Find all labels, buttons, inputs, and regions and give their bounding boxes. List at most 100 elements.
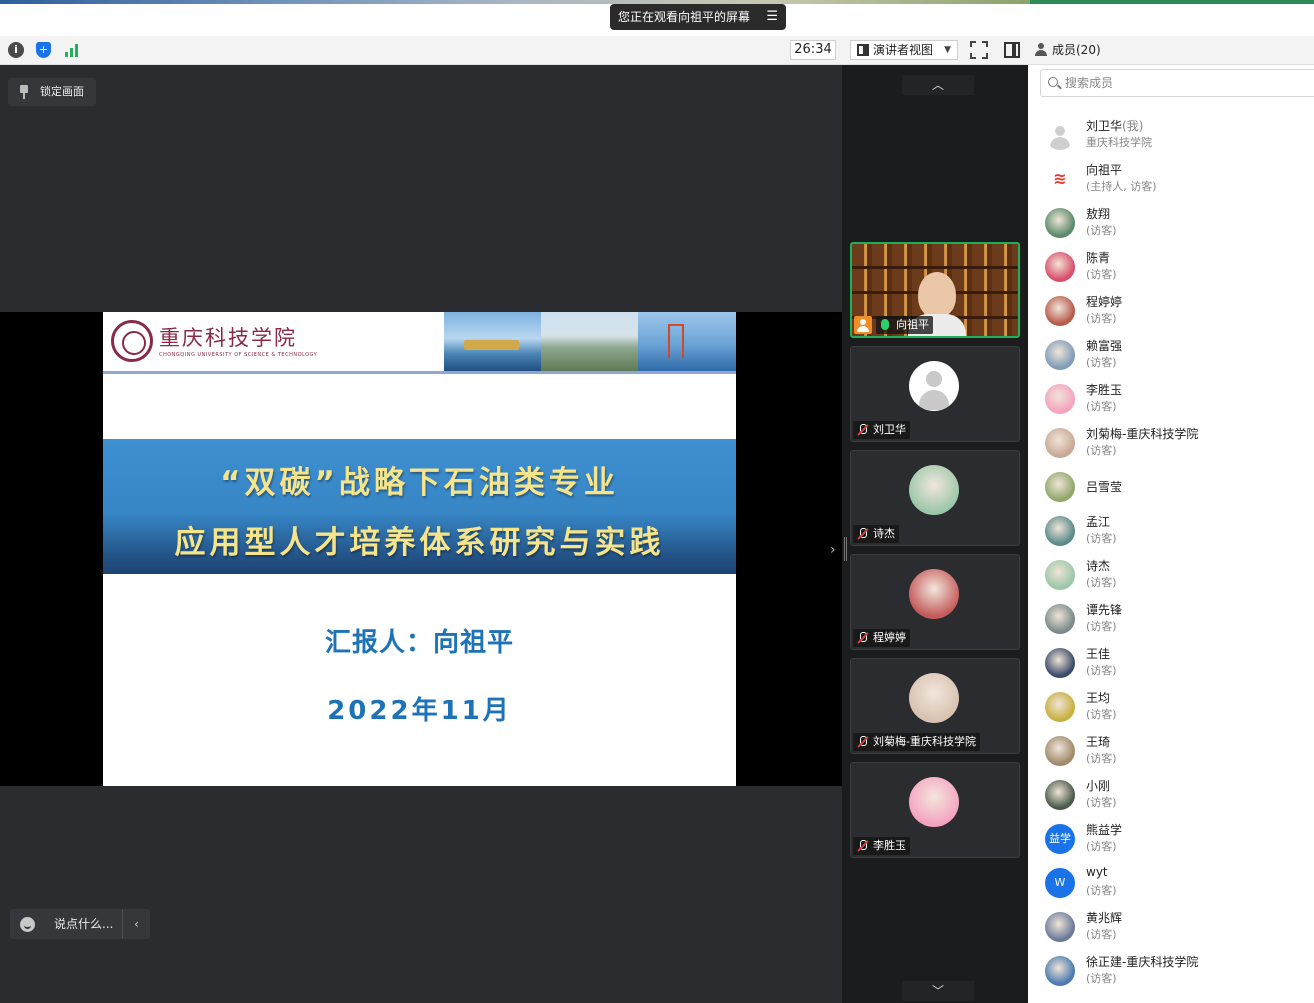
host-badge-icon: [854, 316, 872, 334]
member-name: 诗杰: [1086, 557, 1110, 574]
emoji-icon[interactable]: [20, 917, 35, 932]
member-avatar: [1045, 604, 1075, 634]
presentation-slide: 重庆科技学院 CHONGQING UNIVERSITY OF SCIENCE &…: [103, 312, 736, 786]
member-role: (访客): [1086, 356, 1117, 369]
member-role: (访客): [1086, 928, 1117, 941]
member-role: (访客): [1086, 224, 1117, 237]
member-avatar: [1045, 472, 1075, 502]
drillship-photo: [444, 312, 541, 371]
participant-tile[interactable]: 刘菊梅-重庆科技学院: [850, 658, 1020, 754]
member-name-text: 刘卫华: [1086, 119, 1123, 133]
meeting-timer: 26:34: [790, 40, 836, 60]
member-name: 谭先锋: [1086, 601, 1122, 618]
university-name-en: CHONGQING UNIVERSITY OF SCIENCE & TECHNO…: [159, 352, 318, 358]
member-avatar: [1045, 956, 1075, 986]
member-name: 小刚: [1086, 777, 1110, 794]
member-avatar: [1045, 736, 1075, 766]
presenter-video: [918, 272, 956, 318]
mic-muted-icon: [857, 424, 869, 436]
member-row[interactable]: ≋ 向祖平 (主持人, 访客): [1028, 159, 1314, 203]
member-row[interactable]: 益学 熊益学 (访客): [1028, 819, 1314, 863]
member-row[interactable]: 刘菊梅-重庆科技学院 (访客): [1028, 423, 1314, 467]
resize-grip[interactable]: [844, 537, 847, 561]
member-role: (访客): [1086, 840, 1117, 853]
member-row[interactable]: 吕雪莹: [1028, 467, 1314, 511]
person-icon: [1034, 43, 1048, 57]
member-row[interactable]: 李胜玉 (访客): [1028, 379, 1314, 423]
gallery-scroll-up-button[interactable]: ︿: [902, 75, 974, 95]
lock-view-button[interactable]: 锁定画面: [8, 78, 96, 106]
member-name-text: 谭先锋: [1086, 603, 1123, 617]
participant-name-label: 向祖平: [876, 316, 933, 334]
member-row[interactable]: 王均 (访客): [1028, 687, 1314, 731]
member-row[interactable]: 刘卫华(我) 重庆科技学院: [1028, 115, 1314, 159]
member-row[interactable]: 孟江 (访客): [1028, 511, 1314, 555]
member-name: 黄兆辉: [1086, 909, 1122, 926]
participant-name: 刘菊梅-重庆科技学院: [873, 735, 976, 748]
shared-screen: 重庆科技学院 CHONGQING UNIVERSITY OF SCIENCE &…: [0, 312, 842, 786]
member-row[interactable]: 王佳 (访客): [1028, 643, 1314, 687]
chat-input[interactable]: 说点什么... ‹: [10, 909, 150, 939]
member-row[interactable]: 诗杰 (访客): [1028, 555, 1314, 599]
member-row[interactable]: 谭先锋 (访客): [1028, 599, 1314, 643]
view-mode-dropdown[interactable]: 演讲者视图 ▼: [850, 40, 958, 60]
member-avatar: [1045, 252, 1075, 282]
member-name-text: 敖翔: [1086, 207, 1111, 221]
member-row[interactable]: 王琦 (访客): [1028, 731, 1314, 775]
toggle-sidebar-icon[interactable]: [1004, 42, 1020, 58]
member-row[interactable]: 程婷婷 (访客): [1028, 291, 1314, 335]
member-row[interactable]: 敖翔 (访客): [1028, 203, 1314, 247]
member-row[interactable]: 陈青 (访客): [1028, 247, 1314, 291]
chat-placeholder: 说点什么...: [54, 917, 114, 931]
slide-title-line-1: “双碳”战略下石油类专业: [220, 465, 619, 501]
lock-view-label: 锁定画面: [40, 85, 84, 98]
participant-name: 诗杰: [873, 527, 895, 540]
search-placeholder: 搜索成员: [1065, 76, 1114, 90]
member-name: 程婷婷: [1086, 293, 1122, 310]
member-avatar: ≋: [1045, 164, 1075, 194]
participant-tile[interactable]: 程婷婷: [850, 554, 1020, 650]
member-search-input[interactable]: 搜索成员: [1040, 69, 1314, 97]
member-name-text: 熊益学: [1086, 823, 1123, 837]
member-row[interactable]: 徐正建-重庆科技学院 (访客): [1028, 951, 1314, 995]
fullscreen-icon[interactable]: [970, 41, 988, 59]
members-tab[interactable]: 成员(20): [1028, 36, 1314, 65]
member-avatar: [1045, 384, 1075, 414]
chevron-down-icon: ▼: [944, 45, 951, 55]
member-name-text: 吕雪莹: [1086, 480, 1123, 494]
member-role: (访客): [1086, 796, 1117, 809]
participant-name: 李胜玉: [873, 839, 906, 852]
participant-name-label: 刘卫华: [853, 421, 910, 439]
participant-tile[interactable]: 刘卫华: [850, 346, 1020, 442]
gallery-scroll-down-button[interactable]: ﹀: [902, 981, 974, 1001]
slide-title-band: “双碳”战略下石油类专业 应用型人才培养体系研究与实践: [103, 439, 736, 574]
member-row[interactable]: 黄兆辉 (访客): [1028, 907, 1314, 951]
share-menu-icon[interactable]: ☰: [766, 4, 778, 30]
share-banner-text: 您正在观看向祖平的屏幕: [618, 10, 751, 24]
network-signal-icon[interactable]: [64, 42, 80, 58]
chevron-left-icon[interactable]: ‹: [122, 909, 150, 939]
mic-muted-icon: [857, 528, 869, 540]
screen-share-banner[interactable]: 您正在观看向祖平的屏幕 ☰: [610, 4, 786, 30]
participant-name-label: 李胜玉: [853, 837, 910, 855]
member-row[interactable]: Wwyt (访客): [1028, 863, 1314, 907]
participant-tile[interactable]: 向祖平: [850, 242, 1020, 338]
mic-muted-icon: [857, 840, 869, 852]
participant-name: 向祖平: [896, 318, 929, 331]
participant-tile[interactable]: 李胜玉: [850, 762, 1020, 858]
participant-tile[interactable]: 诗杰: [850, 450, 1020, 546]
member-row[interactable]: 小刚 (访客): [1028, 775, 1314, 819]
member-name: 向祖平: [1086, 161, 1122, 178]
info-icon[interactable]: i: [8, 42, 24, 58]
participant-avatar: [909, 465, 959, 515]
member-role: (主持人, 访客): [1086, 180, 1157, 193]
video-gallery: ︿ › 向祖平刘卫华诗杰程婷婷刘菊梅-重庆科技学院 李胜玉 ﹀: [830, 65, 1028, 1003]
university-name: 重庆科技学院: [159, 326, 297, 350]
member-name-text: wyt: [1086, 865, 1108, 879]
search-icon: [1048, 77, 1058, 87]
collapse-gallery-icon[interactable]: ›: [830, 535, 844, 565]
slide-title-line-2: 应用型人才培养体系研究与实践: [174, 525, 665, 561]
security-shield-icon[interactable]: +: [36, 42, 51, 58]
member-role: (访客): [1086, 752, 1117, 765]
member-row[interactable]: 赖富强 (访客): [1028, 335, 1314, 379]
